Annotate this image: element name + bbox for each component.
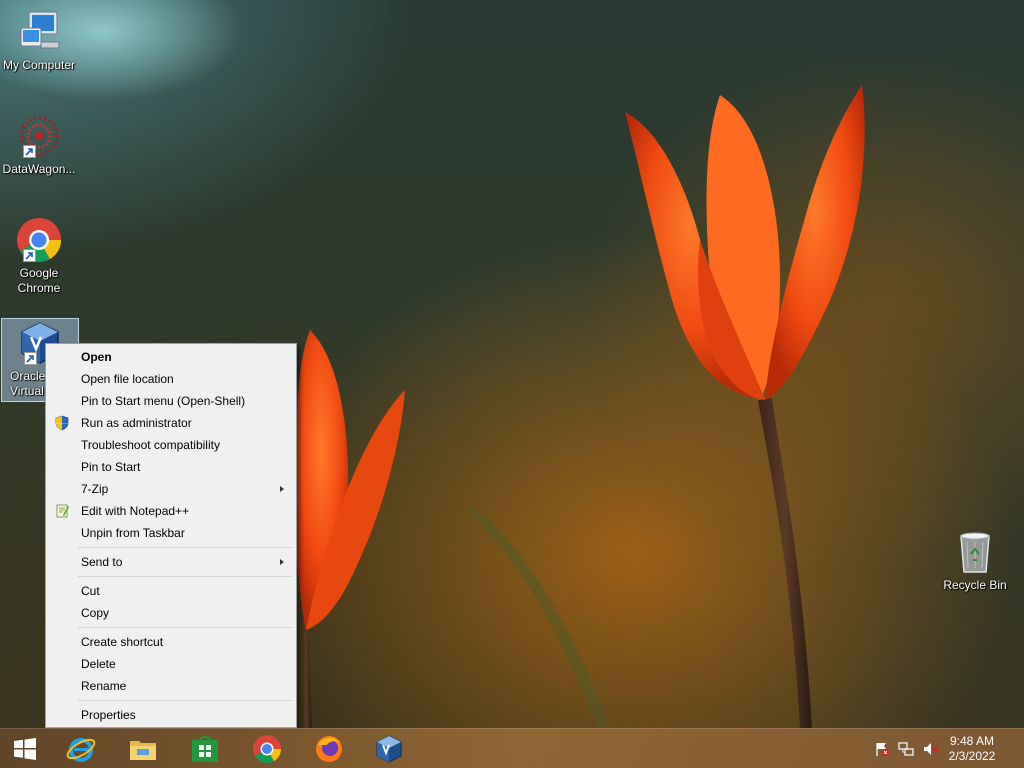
notepadpp-icon bbox=[54, 503, 70, 519]
menu-separator bbox=[48, 573, 294, 580]
computer-icon bbox=[15, 8, 63, 56]
chrome-icon bbox=[253, 735, 281, 763]
menu-item-troubleshoot-compatibility[interactable]: Troubleshoot compatibility bbox=[48, 434, 294, 456]
taskbar: 9:48 AM 2/3/2022 bbox=[0, 728, 1024, 768]
context-menu: Open Open file location Pin to Start men… bbox=[45, 343, 297, 728]
recycle-bin-icon bbox=[951, 528, 999, 576]
desktop-icon-google-chrome[interactable]: Google Chrome bbox=[0, 216, 78, 296]
menu-item-send-to[interactable]: Send to bbox=[48, 551, 294, 573]
menu-item-pin-to-start[interactable]: Pin to Start bbox=[48, 456, 294, 478]
shortcut-arrow-icon bbox=[23, 249, 36, 262]
file-explorer-icon bbox=[130, 741, 156, 760]
datawagon-icon bbox=[15, 112, 63, 160]
clock-date: 2/3/2022 bbox=[948, 749, 996, 763]
clock-time: 9:48 AM bbox=[949, 734, 995, 748]
taskbar-clock[interactable]: 9:48 AM 2/3/2022 bbox=[942, 734, 1002, 764]
submenu-arrow-icon bbox=[280, 486, 284, 492]
internet-explorer-icon bbox=[66, 738, 96, 762]
menu-separator bbox=[48, 544, 294, 551]
menu-item-pin-to-start-menu-open-shell[interactable]: Pin to Start menu (Open-Shell) bbox=[48, 390, 294, 412]
desktop-icon-my-computer[interactable]: My Computer bbox=[0, 8, 78, 73]
menu-separator bbox=[48, 697, 294, 704]
action-center-flag-icon[interactable] bbox=[874, 741, 890, 757]
desktop-icon-label: Recycle Bin bbox=[943, 578, 1007, 592]
desktop-icon-label: My Computer bbox=[2, 58, 76, 72]
chrome-icon bbox=[15, 216, 63, 264]
virtualbox-icon bbox=[376, 735, 402, 763]
desktop-icon-datawagon[interactable]: DataWagon... bbox=[0, 112, 78, 177]
desktop-icon-label: DataWagon... bbox=[2, 162, 76, 176]
menu-item-delete[interactable]: Delete bbox=[48, 653, 294, 675]
desktop-icon-label: Google Chrome bbox=[17, 266, 61, 295]
menu-item-open[interactable]: Open bbox=[48, 346, 294, 368]
submenu-arrow-icon bbox=[280, 559, 284, 565]
network-icon[interactable] bbox=[898, 741, 914, 757]
desktop-icon-label: Oracle Virtual bbox=[10, 369, 46, 398]
menu-item-edit-with-notepadpp[interactable]: Edit with Notepad++ bbox=[48, 500, 294, 522]
taskbar-store[interactable] bbox=[176, 729, 234, 768]
uac-shield-icon bbox=[54, 415, 70, 431]
menu-item-open-file-location[interactable]: Open file location bbox=[48, 368, 294, 390]
volume-muted-icon[interactable] bbox=[922, 741, 938, 757]
shortcut-arrow-icon bbox=[24, 352, 37, 365]
menu-item-create-shortcut[interactable]: Create shortcut bbox=[48, 631, 294, 653]
menu-item-7-zip[interactable]: 7-Zip bbox=[48, 478, 294, 500]
menu-item-unpin-from-taskbar[interactable]: Unpin from Taskbar bbox=[48, 522, 294, 544]
taskbar-firefox[interactable] bbox=[300, 729, 358, 768]
menu-item-copy[interactable]: Copy bbox=[48, 602, 294, 624]
taskbar-virtualbox[interactable] bbox=[360, 729, 418, 768]
menu-item-run-as-administrator[interactable]: Run as administrator bbox=[48, 412, 294, 434]
taskbar-internet-explorer[interactable] bbox=[52, 729, 110, 768]
menu-item-properties[interactable]: Properties bbox=[48, 704, 294, 726]
taskbar-chrome[interactable] bbox=[238, 729, 296, 768]
taskbar-file-explorer[interactable] bbox=[114, 729, 172, 768]
store-icon bbox=[192, 736, 218, 762]
start-button[interactable] bbox=[0, 729, 54, 768]
menu-separator bbox=[48, 624, 294, 631]
firefox-icon bbox=[316, 736, 342, 762]
shortcut-arrow-icon bbox=[23, 145, 36, 158]
menu-item-rename[interactable]: Rename bbox=[48, 675, 294, 697]
desktop-icon-recycle-bin[interactable]: Recycle Bin bbox=[936, 528, 1014, 593]
start-icon bbox=[14, 738, 36, 760]
menu-item-cut[interactable]: Cut bbox=[48, 580, 294, 602]
